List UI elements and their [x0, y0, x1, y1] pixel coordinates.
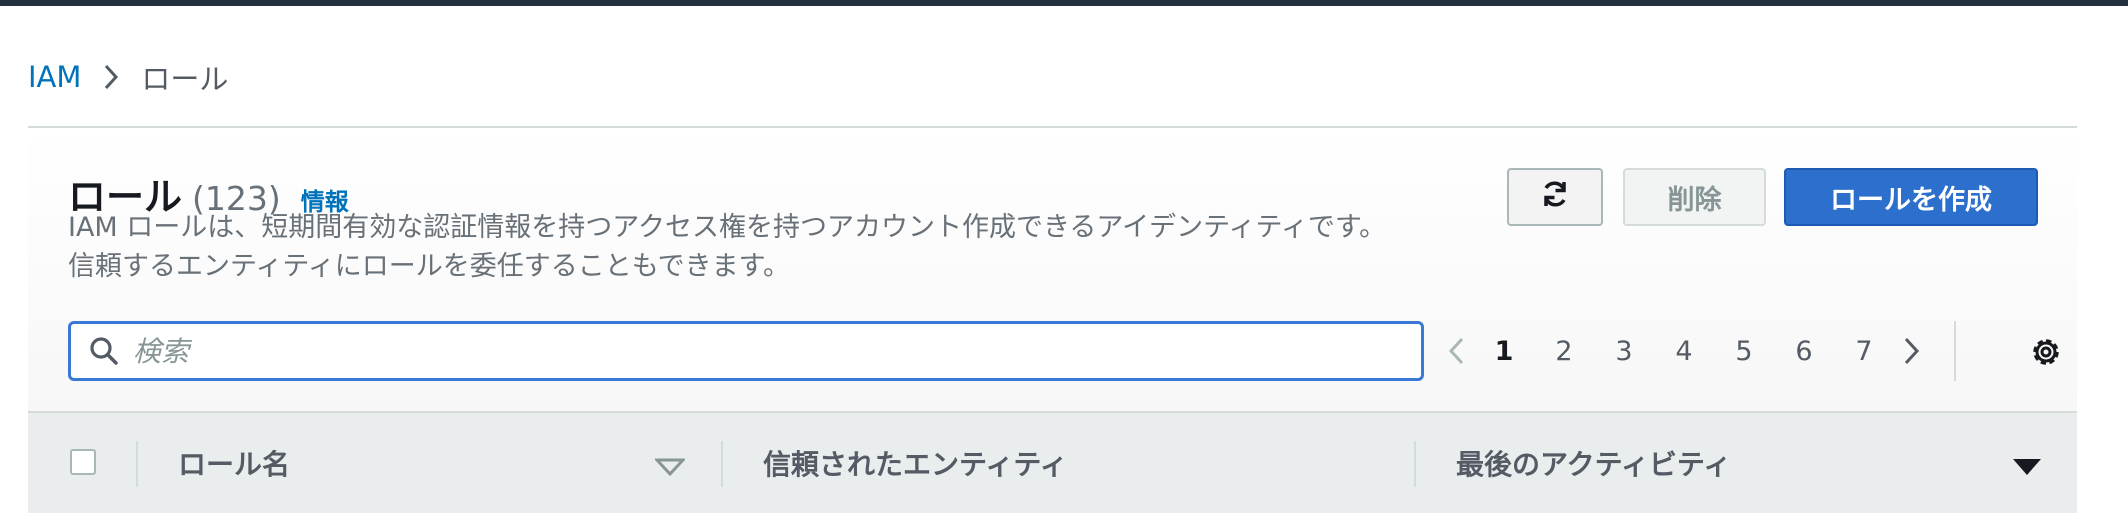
pagination-divider: [1954, 321, 1956, 381]
breadcrumb-current: ロール: [141, 62, 229, 96]
preferences-button[interactable]: [2029, 335, 2063, 369]
roles-panel: ロール (123) 情報 IAM ロールは、短期間有効な認証情報を持つアクセス権…: [28, 126, 2077, 513]
page-number-6[interactable]: 6: [1774, 336, 1834, 367]
page-number-4[interactable]: 4: [1654, 336, 1714, 367]
page-number-2[interactable]: 2: [1534, 336, 1594, 367]
refresh-icon: [1540, 179, 1570, 216]
pagination: 1 2 3 4 5 6 7: [1438, 321, 1956, 381]
column-header-trusted-entities[interactable]: 信頼されたエンティティ: [763, 443, 1068, 483]
page-number-1[interactable]: 1: [1474, 336, 1534, 367]
select-all-checkbox[interactable]: [70, 449, 96, 475]
page-number-3[interactable]: 3: [1594, 336, 1654, 367]
search-input[interactable]: [131, 333, 1335, 369]
column-header-last-activity[interactable]: 最後のアクティビティ: [1456, 443, 1731, 483]
sort-descending-icon[interactable]: [2012, 458, 2042, 480]
top-navigation-bar: [0, 0, 2128, 6]
column-divider: [136, 441, 138, 487]
page-description: IAM ロールは、短期間有効な認証情報を持つアクセス権を持つアカウント作成できる…: [68, 212, 1387, 282]
next-page-button[interactable]: [1894, 321, 1930, 381]
search-box[interactable]: [68, 321, 1424, 381]
previous-page-button[interactable]: [1438, 321, 1474, 381]
delete-button[interactable]: 削除: [1623, 168, 1766, 226]
gear-icon: [2029, 339, 2063, 373]
page-number-7[interactable]: 7: [1834, 336, 1894, 367]
create-role-button[interactable]: ロールを作成: [1784, 168, 2038, 226]
column-divider: [1414, 441, 1416, 487]
column-header-role-name[interactable]: ロール名: [178, 443, 290, 483]
column-divider: [721, 441, 723, 487]
page-number-5[interactable]: 5: [1714, 336, 1774, 367]
breadcrumb: IAM ロール: [28, 52, 228, 102]
search-icon: [89, 336, 119, 366]
breadcrumb-link-iam[interactable]: IAM: [28, 60, 81, 94]
sort-unsorted-icon[interactable]: [653, 458, 687, 480]
table-header: ロール名 信頼されたエンティティ 最後のアクティビティ: [28, 411, 2077, 513]
chevron-right-icon: [103, 64, 119, 90]
refresh-button[interactable]: [1507, 168, 1603, 226]
